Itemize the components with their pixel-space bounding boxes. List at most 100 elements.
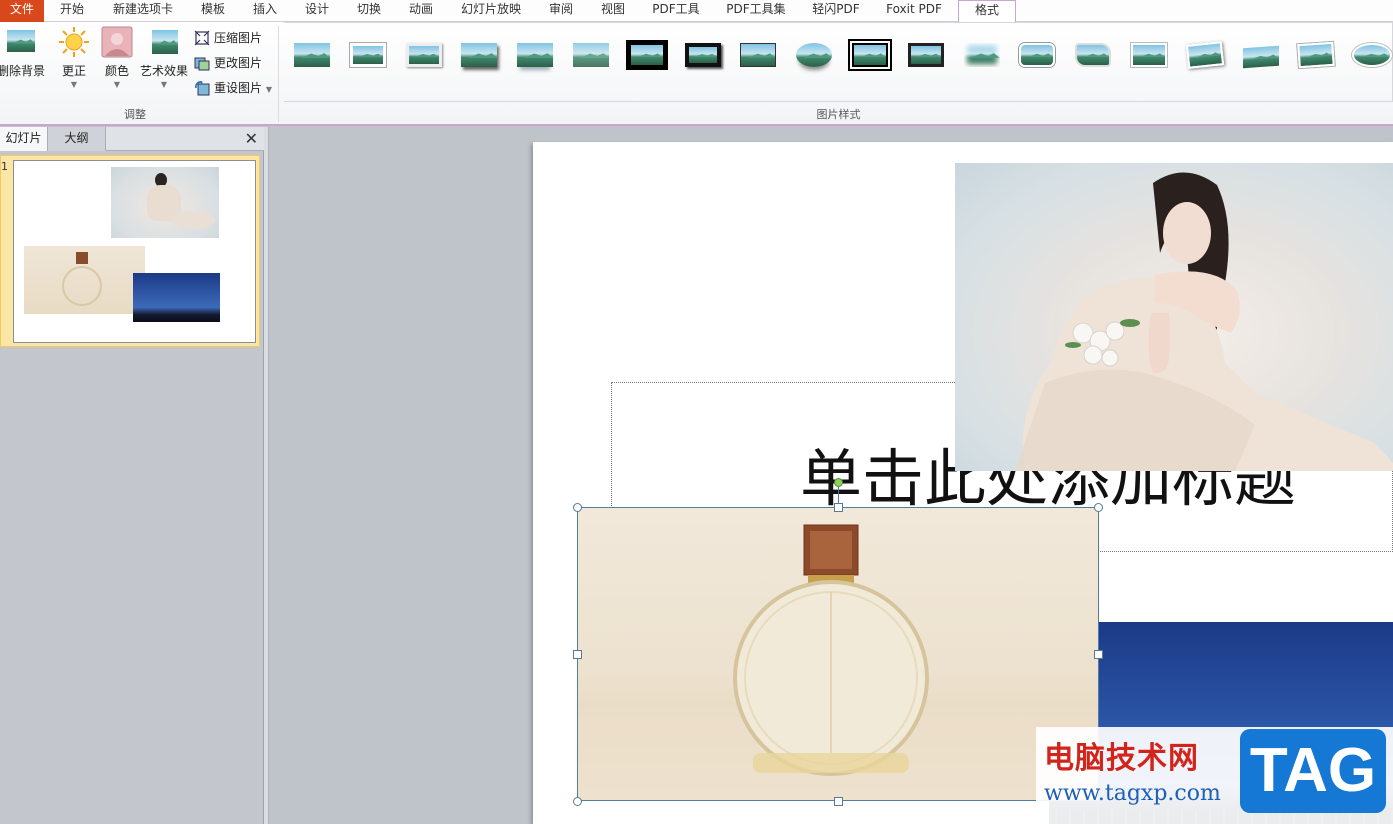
rotate-handle[interactable] [834,478,843,487]
tab-format[interactable]: 格式 [958,0,1016,23]
picture-style-17[interactable] [1185,39,1225,69]
thumb-perfume-image [24,246,145,314]
tab-slideshow[interactable]: 幻灯片放映 [455,0,527,22]
tab-home[interactable]: 开始 [52,0,92,22]
watermark-logo: TAG [1240,729,1386,813]
slide-thumbnail-selected[interactable]: 1 [0,155,260,347]
panel-splitter[interactable] [264,127,269,824]
tab-template[interactable]: 模板 [193,0,233,22]
watermark-url: www.tagxp.com [1044,781,1221,806]
picture-style-thumb-icon [625,40,668,70]
corrections-button[interactable]: 更正 ▼ [56,26,92,89]
panel-tabs: 幻灯片 大纲 ✕ [0,127,264,151]
remove-background-button[interactable]: 删除背景 [0,26,46,79]
site-watermark: 电脑技术网 www.tagxp.com TAG [1036,727,1393,824]
color-icon [101,26,133,58]
picture-style-12[interactable] [906,39,946,69]
picture-style-8[interactable] [683,39,723,69]
reset-picture-button[interactable]: 重设图片 ▼ [194,78,272,98]
picture-style-10[interactable] [794,39,834,69]
picture-style-thumb-icon [684,43,721,67]
picture-style-thumb-icon [1185,41,1224,69]
chevron-down-icon: ▼ [160,80,168,89]
picture-styles-group-label: 图片样式 [816,108,861,121]
slide-thumbnail[interactable] [13,160,256,343]
tab-file[interactable]: 文件 [0,0,44,22]
picture-style-19[interactable] [1296,39,1336,69]
picture-style-thumb-icon [907,43,944,67]
compress-pictures-button[interactable]: 压缩图片 [194,28,262,48]
picture-style-5[interactable] [515,39,555,69]
change-picture-button[interactable]: 更改图片 [194,53,262,73]
resize-handle-bottom-left[interactable] [573,797,582,806]
picture-style-18[interactable] [1241,39,1281,69]
compress-icon [194,30,210,46]
tab-transitions[interactable]: 切换 [349,0,389,22]
thumb-city-image [133,273,220,322]
picture-style-7[interactable] [625,39,668,70]
tab-view[interactable]: 视图 [593,0,633,22]
picture-style-3[interactable] [404,39,444,69]
picture-style-11[interactable] [848,39,892,71]
picture-style-thumb-icon [573,43,609,67]
slide-panel: 幻灯片 大纲 ✕ 1 [0,127,264,824]
chevron-down-icon: ▼ [70,80,78,89]
perfume-image[interactable] [577,507,1099,801]
picture-style-thumb-icon [1352,43,1393,67]
tab-new[interactable]: 新建选项卡 [106,0,180,22]
slide-number: 1 [1,160,8,173]
adjust-group-label: 调整 [124,108,146,121]
remove-background-icon [5,26,37,58]
watermark-title: 电脑技术网 [1044,741,1199,776]
color-button[interactable]: 颜色 ▼ [99,26,135,89]
picture-style-thumb-icon [461,43,498,67]
picture-style-thumb-icon [848,39,892,71]
tab-foxit-pdf[interactable]: Foxit PDF [880,0,948,22]
picture-style-thumb-icon [349,43,386,67]
resize-handle-right[interactable] [1094,650,1103,659]
reset-picture-icon [194,80,210,96]
perfume-bottle-illustration [578,524,1098,800]
close-icon[interactable]: ✕ [245,129,258,149]
picture-style-16[interactable] [1129,39,1169,69]
picture-style-thumb-icon [1019,43,1056,67]
picture-style-15[interactable] [1073,39,1113,69]
artistic-effects-icon [148,26,180,58]
sun-icon [58,26,90,58]
resize-handle-left[interactable] [573,650,582,659]
thumb-woman-image [111,167,219,238]
picture-style-6[interactable] [571,39,611,69]
resize-handle-bottom[interactable] [834,797,843,806]
chevron-down-icon: ▼ [113,80,121,89]
resize-handle-top[interactable] [834,503,843,512]
picture-style-20[interactable] [1352,39,1393,69]
picture-style-1[interactable] [292,39,332,69]
resize-handle-top-right[interactable] [1094,503,1103,512]
picture-style-4[interactable] [459,39,499,69]
picture-style-thumb-icon [1075,43,1112,67]
group-separator [278,26,279,122]
picture-styles-gallery [284,22,1393,102]
picture-style-14[interactable] [1017,39,1057,69]
ribbon: 删除背景 更正 ▼ 颜色 ▼ 艺术效果 ▼ 压缩图片 更改图片 重设图片 ▼ 调… [0,22,1393,126]
tab-qingshan-pdf[interactable]: 轻闪PDF [806,0,866,22]
tab-design[interactable]: 设计 [297,0,337,22]
resize-handle-top-left[interactable] [573,503,582,512]
picture-style-thumb-icon [963,43,1000,67]
artistic-effects-button[interactable]: 艺术效果 ▼ [138,26,190,89]
rotate-handle-stem [838,487,839,504]
picture-style-2[interactable] [348,39,388,69]
tab-outline[interactable]: 大纲 [48,127,106,151]
picture-style-thumb-icon [1297,41,1336,69]
picture-style-thumb-icon [1242,45,1279,69]
picture-style-9[interactable] [738,39,778,69]
picture-style-thumb-icon [517,43,554,67]
picture-style-13[interactable] [962,39,1002,69]
tab-slides[interactable]: 幻灯片 [0,127,48,151]
tab-animations[interactable]: 动画 [401,0,441,22]
tab-pdf-toolset[interactable]: PDF工具集 [720,0,792,22]
tab-insert[interactable]: 插入 [245,0,285,22]
tab-pdf-tools[interactable]: PDF工具 [648,0,704,22]
tab-review[interactable]: 审阅 [541,0,581,22]
woman-image[interactable] [955,163,1393,471]
